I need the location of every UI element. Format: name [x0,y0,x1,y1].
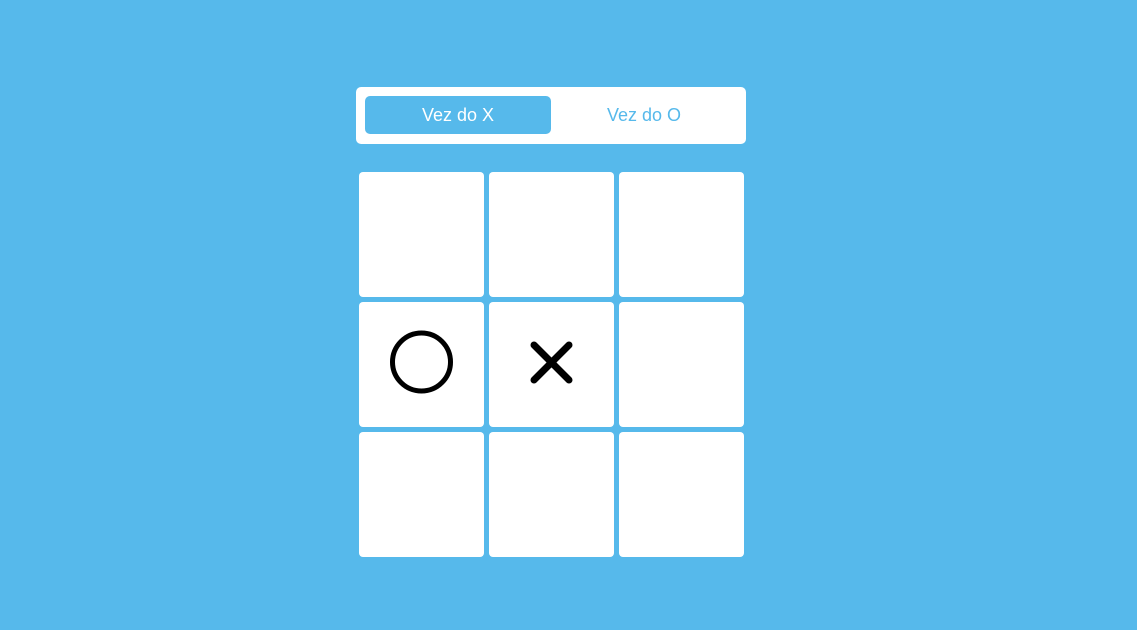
board-cell-5[interactable] [489,302,614,427]
turn-o-tab[interactable]: Vez do O [551,96,737,134]
turn-o-label: Vez do O [606,104,682,125]
turn-x-label: Vez do X [421,104,495,125]
board-cell-1[interactable] [359,172,484,297]
board-cell-2[interactable] [489,172,614,297]
board-cell-9[interactable] [619,432,744,557]
board-cell-8[interactable] [489,432,614,557]
board-cell-4[interactable] [359,302,484,427]
board-cell-7[interactable] [359,432,484,557]
board-cell-3[interactable] [619,172,744,297]
o-mark-icon [390,330,453,394]
turn-x-tab[interactable]: Vez do X [365,96,551,134]
turn-indicator: Vez do X Vez do O [356,87,746,144]
game-board [359,172,744,557]
x-mark-icon [530,341,573,384]
board-cell-6[interactable] [619,302,744,427]
